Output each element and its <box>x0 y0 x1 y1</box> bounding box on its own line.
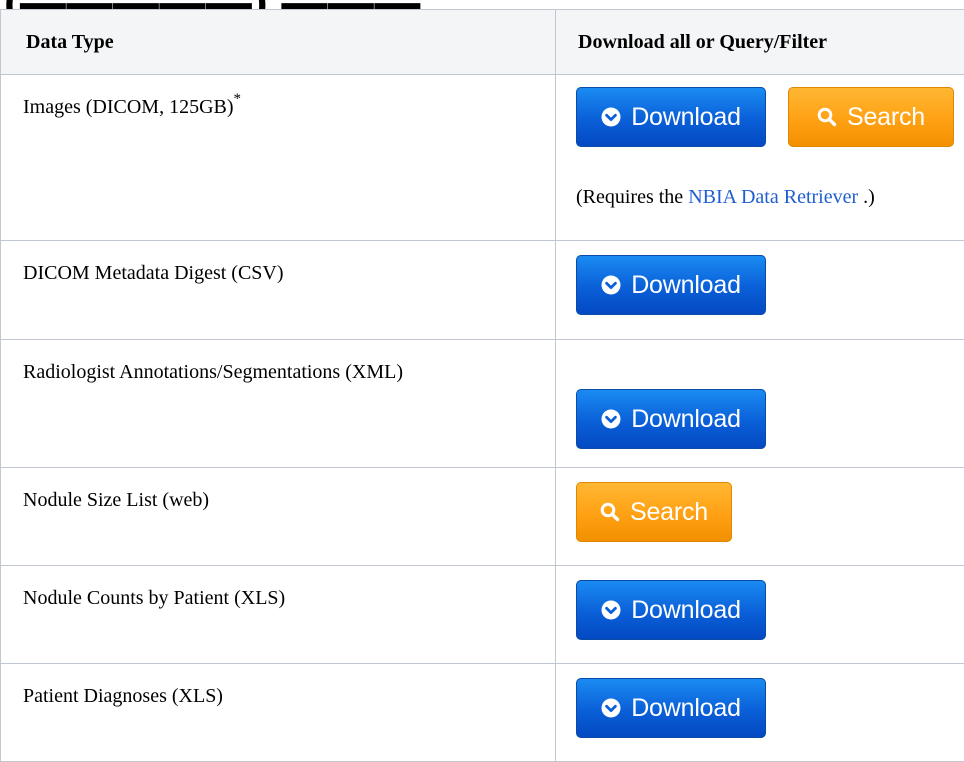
header-download-or-query: Download all or Query/Filter <box>556 10 964 75</box>
magnifier-icon <box>817 107 837 127</box>
data-type-cell: Images (DICOM, 125GB)* <box>1 75 556 241</box>
action-cell: Download Search (Requires the NBIA Data … <box>556 75 964 241</box>
download-label: Download <box>631 103 741 132</box>
circle-chevron-down-icon <box>601 107 621 127</box>
table-row-images: Images (DICOM, 125GB)* Download Search <box>1 75 964 241</box>
table-row-radiologist-annotations: Radiologist Annotations/Segmentations (X… <box>1 340 964 468</box>
download-diagnoses-button[interactable]: Download <box>576 678 766 738</box>
footnote-marker: * <box>234 91 242 107</box>
header-data-type: Data Type <box>1 10 556 75</box>
download-label: Download <box>631 405 741 434</box>
data-type-label: Radiologist Annotations/Segmentations (X… <box>23 361 403 383</box>
search-label: Search <box>847 103 925 132</box>
table-header-row: Data Type Download all or Query/Filter <box>1 10 964 75</box>
table-row-patient-diagnoses: Patient Diagnoses (XLS) Download <box>1 664 964 762</box>
download-label: Download <box>631 694 741 723</box>
action-cell: Download <box>556 664 964 762</box>
data-type-cell: Nodule Counts by Patient (XLS) <box>1 566 556 664</box>
data-type-label: Patient Diagnoses (XLS) <box>23 685 223 707</box>
data-type-label: Nodule Size List (web) <box>23 489 209 511</box>
table-row-nodule-size-list: Nodule Size List (web) Search <box>1 468 964 566</box>
search-nodule-size-button[interactable]: Search <box>576 482 732 542</box>
search-images-button[interactable]: Search <box>788 87 954 147</box>
download-label: Download <box>631 271 741 300</box>
download-label: Download <box>631 596 741 625</box>
data-type-cell: Nodule Size List (web) <box>1 468 556 566</box>
action-cell: Search <box>556 468 964 566</box>
action-cell: Download <box>556 241 964 340</box>
table-row-dicom-metadata: DICOM Metadata Digest (CSV) Download <box>1 241 964 340</box>
data-type-label: DICOM Metadata Digest (CSV) <box>23 262 284 284</box>
download-images-button[interactable]: Download <box>576 87 766 147</box>
action-cell: Download <box>556 566 964 664</box>
data-type-cell: Patient Diagnoses (XLS) <box>1 664 556 762</box>
circle-chevron-down-icon <box>601 698 621 718</box>
action-cell: Download <box>556 340 964 468</box>
data-type-cell: DICOM Metadata Digest (CSV) <box>1 241 556 340</box>
data-type-label: Images (DICOM, 125GB) <box>23 96 234 118</box>
downloads-table: Data Type Download all or Query/Filter I… <box>0 9 964 762</box>
download-nodule-counts-button[interactable]: Download <box>576 580 766 640</box>
download-annotations-button[interactable]: Download <box>576 389 766 449</box>
magnifier-icon <box>600 502 620 522</box>
circle-chevron-down-icon <box>601 409 621 429</box>
retriever-note: (Requires the NBIA Data Retriever .) <box>576 186 964 209</box>
search-label: Search <box>630 498 708 527</box>
data-type-label: Nodule Counts by Patient (XLS) <box>23 587 285 609</box>
nbia-data-retriever-link[interactable]: NBIA Data Retriever <box>688 186 858 208</box>
circle-chevron-down-icon <box>601 600 621 620</box>
data-type-cell: Radiologist Annotations/Segmentations (X… <box>1 340 556 468</box>
download-metadata-button[interactable]: Download <box>576 255 766 315</box>
circle-chevron-down-icon <box>601 275 621 295</box>
table-row-nodule-counts: Nodule Counts by Patient (XLS) Download <box>1 566 964 664</box>
